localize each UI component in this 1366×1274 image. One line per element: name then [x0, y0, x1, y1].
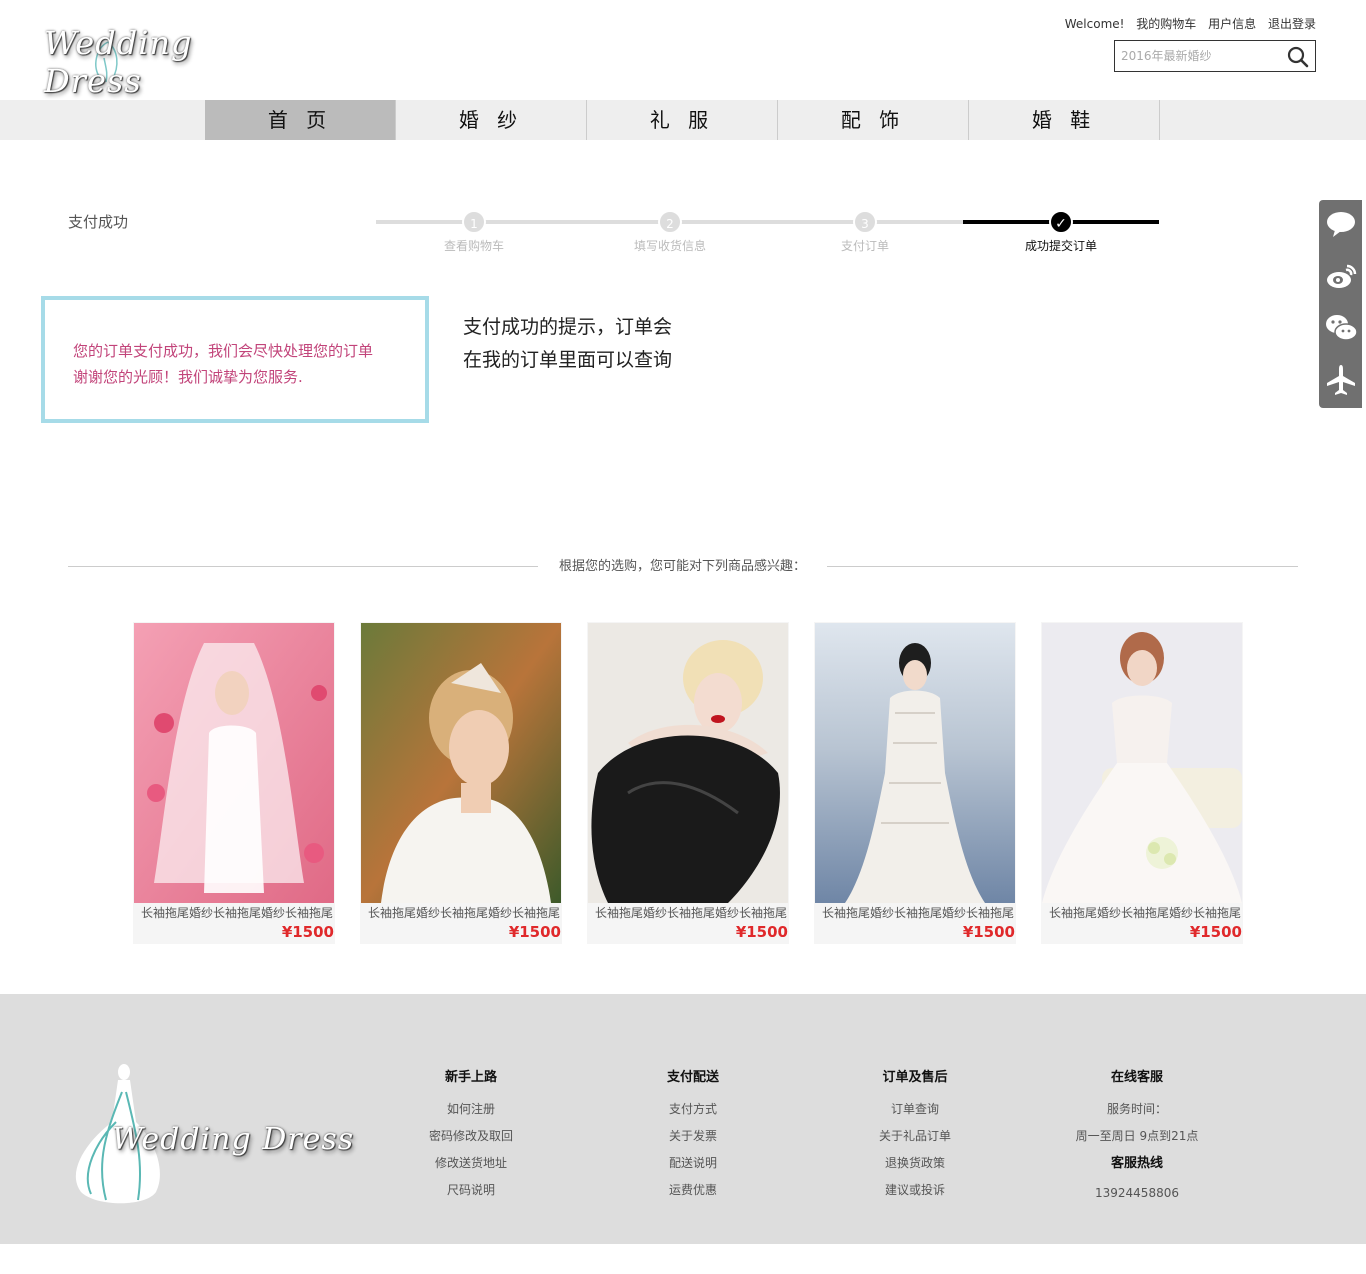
service-time-label: 服务时间：: [1106, 1102, 1167, 1116]
footer-link[interactable]: 支付方式: [608, 1096, 778, 1123]
step-shipping-info: 2 填写收货信息: [610, 210, 730, 254]
footer-col-payment-shipping: 支付配送 支付方式 关于发票 配送说明 运费优惠: [608, 1066, 778, 1204]
wechat-icon[interactable]: [1323, 310, 1359, 346]
product-card[interactable]: 长袖拖尾婚纱长袖拖尾婚纱长袖拖尾 ¥1500: [133, 622, 335, 944]
product-card[interactable]: 长袖拖尾婚纱长袖拖尾婚纱长袖拖尾 ¥1500: [1041, 622, 1243, 944]
footer-link[interactable]: 建议或投诉: [830, 1177, 1000, 1204]
nav-item-wedding-dress[interactable]: 婚 纱: [396, 100, 587, 140]
footer-logo[interactable]: Wedding Dress: [66, 1062, 356, 1208]
product-price: ¥1500: [281, 923, 334, 941]
product-name[interactable]: 长袖拖尾婚纱长袖拖尾婚纱长袖拖尾: [368, 904, 562, 921]
product-image[interactable]: [815, 623, 1015, 903]
step-order-submitted: ✓ 成功提交订单: [1001, 210, 1121, 254]
product-price: ¥1500: [1189, 923, 1242, 941]
product-image[interactable]: [134, 623, 334, 903]
footer-col-getting-started: 新手上路 如何注册 密码修改及取回 修改送货地址 尺码说明: [386, 1066, 556, 1204]
footer-col-title: 订单及售后: [882, 1070, 948, 1085]
footer-col-orders-aftersales: 订单及售后 订单查询 关于礼品订单 退换货政策 建议或投诉: [830, 1066, 1000, 1204]
footer-logo-text: Wedding Dress: [112, 1122, 355, 1157]
user-info-link[interactable]: 用户信息: [1208, 17, 1256, 31]
product-image[interactable]: [588, 623, 788, 903]
footer-col-title: 在线客服: [1110, 1070, 1163, 1085]
order-tip: 支付成功的提示，订单会 在我的订单里面可以查询: [463, 311, 693, 377]
logout-link[interactable]: 退出登录: [1268, 17, 1316, 31]
checkmark-icon: ✓: [1049, 210, 1073, 234]
footer-link[interactable]: 关于发票: [608, 1123, 778, 1150]
top-links: Welcome! 我的购物车 用户信息 退出登录: [1065, 15, 1316, 32]
footer-link[interactable]: 配送说明: [608, 1150, 778, 1177]
product-name[interactable]: 长袖拖尾婚纱长袖拖尾婚纱长袖拖尾: [822, 904, 1016, 921]
footer-link[interactable]: 运费优惠: [608, 1177, 778, 1204]
product-name[interactable]: 长袖拖尾婚纱长袖拖尾婚纱长袖拖尾: [595, 904, 789, 921]
footer-col-title: 新手上路: [444, 1070, 497, 1085]
nav-item-home[interactable]: 首 页: [205, 100, 396, 140]
site-logo[interactable]: Wedding Dress: [44, 24, 284, 100]
weibo-icon[interactable]: [1323, 258, 1359, 294]
search-input[interactable]: [1115, 41, 1285, 71]
step-label: 填写收货信息: [633, 239, 706, 253]
main-nav: 首 页 婚 纱 礼 服 配 饰 婚 鞋: [0, 100, 1366, 140]
recommend-title: 根据您的选购，您可能对下列商品感兴趣：: [558, 559, 806, 574]
page-title: 支付成功: [68, 213, 129, 231]
footer-link[interactable]: 密码修改及取回: [386, 1123, 556, 1150]
product-card[interactable]: 长袖拖尾婚纱长袖拖尾婚纱长袖拖尾 ¥1500: [587, 622, 789, 944]
step-pay-order: 3 支付订单: [805, 210, 925, 254]
order-tip-line2: 在我的订单里面可以查询: [463, 349, 673, 371]
product-image[interactable]: [1042, 623, 1242, 903]
footer-link[interactable]: 订单查询: [830, 1096, 1000, 1123]
product-price: ¥1500: [508, 923, 561, 941]
step-number: 2: [658, 210, 682, 234]
logo-text: Wedding Dress: [44, 24, 193, 100]
footer-link[interactable]: 尺码说明: [386, 1177, 556, 1204]
step-view-cart: 1 查看购物车: [414, 210, 534, 254]
step-label: 查看购物车: [443, 239, 504, 253]
cart-link[interactable]: 我的购物车: [1136, 17, 1196, 31]
nav-item-gown[interactable]: 礼 服: [587, 100, 778, 140]
search-box: [1114, 40, 1316, 72]
order-tip-line1: 支付成功的提示，订单会: [463, 316, 673, 338]
hotline-title: 客服热线: [1110, 1156, 1163, 1171]
step-label: 成功提交订单: [1024, 239, 1097, 253]
product-price: ¥1500: [962, 923, 1015, 941]
product-card[interactable]: 长袖拖尾婚纱长袖拖尾婚纱长袖拖尾 ¥1500: [814, 622, 1016, 944]
success-message-line1: 您的订单支付成功，我们会尽快处理您的订单: [73, 342, 374, 360]
step-label: 支付订单: [840, 239, 889, 253]
product-name[interactable]: 长袖拖尾婚纱长袖拖尾婚纱长袖拖尾: [1049, 904, 1243, 921]
progress-steps: 1 查看购物车 2 填写收货信息 3 支付订单 ✓ 成功提交订单: [376, 208, 1159, 258]
service-time: 周一至周日 9点到21点: [1075, 1129, 1199, 1143]
footer-link[interactable]: 如何注册: [386, 1096, 556, 1123]
footer-link[interactable]: 退换货政策: [830, 1150, 1000, 1177]
chat-icon[interactable]: [1323, 206, 1359, 242]
welcome-text: Welcome!: [1064, 17, 1125, 31]
footer: Wedding Dress 新手上路 如何注册 密码修改及取回 修改送货地址 尺…: [0, 994, 1366, 1244]
product-card[interactable]: 长袖拖尾婚纱长袖拖尾婚纱长袖拖尾 ¥1500: [360, 622, 562, 944]
step-number: 3: [853, 210, 877, 234]
divider-left: [68, 566, 538, 567]
product-image[interactable]: [361, 623, 561, 903]
divider-right: [827, 566, 1298, 567]
search-icon[interactable]: [1287, 46, 1309, 68]
product-list: 长袖拖尾婚纱长袖拖尾婚纱长袖拖尾 ¥1500 长袖拖尾婚纱长袖拖尾婚纱长袖拖尾 …: [133, 622, 1243, 944]
product-price: ¥1500: [735, 923, 788, 941]
nav-item-accessories[interactable]: 配 饰: [778, 100, 969, 140]
success-message-line2: 谢谢您的光顾！我们诚挚为您服务.: [73, 368, 303, 386]
success-message-box: 您的订单支付成功，我们会尽快处理您的订单 谢谢您的光顾！我们诚挚为您服务.: [41, 296, 429, 423]
footer-col-title: 支付配送: [666, 1070, 719, 1085]
product-name[interactable]: 长袖拖尾婚纱长袖拖尾婚纱长袖拖尾: [141, 904, 335, 921]
nav-item-shoes[interactable]: 婚 鞋: [969, 100, 1160, 140]
step-number: 1: [462, 210, 486, 234]
footer-link[interactable]: 修改送货地址: [386, 1150, 556, 1177]
footer-col-customer-service: 在线客服 服务时间： 周一至周日 9点到21点 客服热线 13924458806: [1052, 1066, 1222, 1207]
plane-icon[interactable]: [1323, 362, 1359, 398]
hotline-number: 13924458806: [1095, 1186, 1179, 1200]
footer-link[interactable]: 关于礼品订单: [830, 1123, 1000, 1150]
side-toolbar: [1319, 200, 1362, 408]
